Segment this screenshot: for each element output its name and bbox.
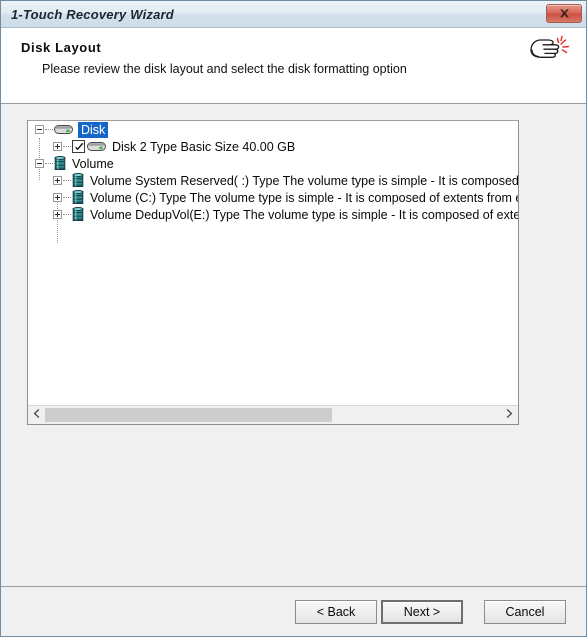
tree-node-label: Volume System Reserved( :) Type The volu…	[90, 173, 518, 188]
chevron-right-icon	[505, 406, 514, 424]
tree-connector	[45, 162, 53, 165]
volume-drum-icon	[72, 173, 84, 188]
tree-node-volume-dedupvol-e[interactable]: Volume DedupVol(E:) Type The volume type…	[28, 206, 518, 223]
tree-node-volume-system-reserved[interactable]: Volume System Reserved( :) Type The volu…	[28, 172, 518, 189]
wizard-window: 1-Touch Recovery Wizard Disk Layout Plea…	[0, 0, 587, 637]
tree-connector	[63, 179, 71, 182]
window-title: 1-Touch Recovery Wizard	[11, 6, 174, 22]
wizard-header: Disk Layout Please review the disk layou…	[1, 28, 586, 104]
pointing-hand-click-icon	[525, 34, 573, 70]
expander-plus-icon[interactable]	[53, 176, 62, 185]
volume-drum-icon	[72, 190, 84, 205]
close-button[interactable]	[546, 4, 582, 23]
tree-connector	[63, 145, 71, 148]
expander-minus-icon[interactable]	[35, 159, 44, 168]
cancel-button[interactable]: Cancel	[484, 599, 566, 624]
wizard-footer: < Back Next > Cancel	[1, 586, 586, 636]
tree-connector	[63, 213, 71, 216]
tree-connector	[63, 196, 71, 199]
titlebar: 1-Touch Recovery Wizard	[1, 1, 586, 28]
tree-node-disk-2[interactable]: Disk 2 Type Basic Size 40.00 GB	[28, 138, 518, 155]
disk-2-checkbox[interactable]	[72, 140, 85, 153]
tree-node-disk-root[interactable]: Disk	[28, 121, 518, 138]
disk-drive-icon	[87, 141, 106, 152]
volume-drum-icon	[72, 207, 84, 222]
close-x-icon	[558, 8, 571, 19]
tree-connector	[45, 128, 53, 131]
expander-plus-icon[interactable]	[53, 142, 62, 151]
tree-node-volume-root[interactable]: Volume	[28, 155, 518, 172]
tree-node-volume-c[interactable]: Volume (C:) Type The volume type is simp…	[28, 189, 518, 206]
next-button[interactable]: Next >	[381, 599, 463, 624]
expander-plus-icon[interactable]	[53, 193, 62, 202]
expander-minus-icon[interactable]	[35, 125, 44, 134]
tree-node-label: Disk 2 Type Basic Size 40.00 GB	[112, 139, 296, 154]
page-subtitle: Please review the disk layout and select…	[42, 62, 407, 76]
back-button[interactable]: < Back	[295, 599, 377, 624]
tree-node-label: Volume (C:) Type The volume type is simp…	[90, 190, 518, 205]
volume-drum-icon	[54, 156, 66, 171]
tree-node-label: Volume	[72, 156, 114, 171]
scrollbar-thumb[interactable]	[45, 407, 333, 422]
treeview-horizontal-scrollbar[interactable]	[28, 405, 518, 424]
disk-drive-icon	[54, 124, 73, 135]
tree-node-label: Disk	[78, 121, 109, 138]
treeview-rows: Disk Disk 2 Type Basic Size 40.00 GB Vol…	[28, 121, 518, 406]
scroll-left-button[interactable]	[28, 406, 45, 424]
scrollbar-track[interactable]	[45, 406, 501, 424]
wizard-body: Disk Disk 2 Type Basic Size 40.00 GB Vol…	[1, 104, 586, 586]
expander-plus-icon[interactable]	[53, 210, 62, 219]
page-title: Disk Layout	[21, 40, 102, 55]
scroll-right-button[interactable]	[501, 406, 518, 424]
tree-node-label: Volume DedupVol(E:) Type The volume type…	[90, 207, 518, 222]
disk-layout-treeview[interactable]: Disk Disk 2 Type Basic Size 40.00 GB Vol…	[27, 120, 519, 425]
chevron-left-icon	[32, 406, 41, 424]
